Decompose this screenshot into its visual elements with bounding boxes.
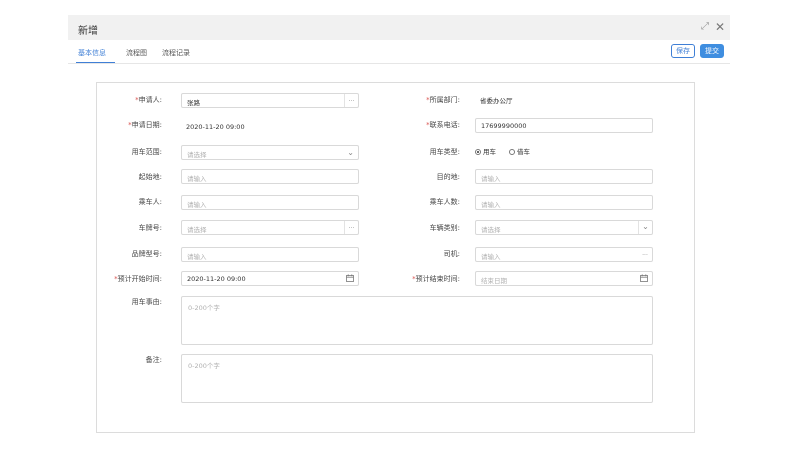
radio-borrow-car[interactable]: 借车 [509,148,530,157]
save-button[interactable]: 保存 [671,44,695,58]
planned-start-input[interactable]: 2020-11-20 09:00 [181,271,359,286]
remark-textarea[interactable]: 0-200个字 [181,354,653,403]
tab-divider [68,63,730,64]
reason-placeholder: 0-200个字 [188,304,220,312]
planned-end-input[interactable]: 结束日期 [475,271,653,286]
plate-no-field[interactable]: 请选择 ... [181,220,359,235]
destination-placeholder: 请输入 [481,175,501,183]
passenger-count-label: 乘车人数: [429,198,460,206]
driver-label: 司机: [443,250,460,258]
submit-button[interactable]: 提交 [700,44,724,58]
remark-label: 备注: [145,356,162,364]
passenger-input[interactable]: 请输入 [181,195,359,210]
planned-start-label: *预计开始时间: [114,275,162,283]
close-icon[interactable]: ✕ [715,21,725,33]
driver-picker-button[interactable]: ... [638,248,652,261]
destination-input[interactable]: 请输入 [475,169,653,184]
phone-field[interactable]: 17699990000 [475,118,653,133]
calendar-icon[interactable] [640,274,648,282]
tab-basic-info[interactable]: 基本信息 [78,48,106,58]
origin-placeholder: 请输入 [187,175,207,183]
car-type-label: 用车类型: [429,148,460,156]
maximize-icon[interactable]: ⤢ [701,21,709,33]
radio-checked-icon [475,149,481,155]
reason-textarea[interactable]: 0-200个字 [181,296,653,345]
dialog-title: 新增 [78,26,98,37]
apply-date-value: 2020-11-20 09:00 [186,123,245,131]
department-label: *所属部门: [426,96,460,104]
origin-input[interactable]: 请输入 [181,169,359,184]
reason-label: 用车事由: [131,298,162,306]
phone-label: *联系电话: [426,121,460,129]
plate-no-placeholder: 请选择 [187,226,207,234]
tab-flowchart[interactable]: 流程图 [126,48,147,58]
dialog-titlebar: 新增 ⤢ ✕ [68,15,730,40]
passenger-count-input[interactable]: 请输入 [475,195,653,210]
applicant-field[interactable]: 张路 ... [181,93,359,108]
radio-unchecked-icon [509,149,515,155]
vehicle-category-label: 车辆类别: [429,224,460,232]
destination-label: 目的地: [436,173,460,181]
vehicle-category-placeholder: 请选择 [481,226,501,234]
origin-label: 起始地: [138,173,162,181]
brand-model-label: 品牌型号: [131,250,162,258]
driver-field[interactable]: 请输入 ... [475,247,653,262]
brand-model-input[interactable]: 请输入 [181,247,359,262]
car-scope-label: 用车范围: [131,148,162,156]
car-scope-placeholder: 请选择 [187,151,207,159]
remark-placeholder: 0-200个字 [188,362,220,370]
planned-start-value: 2020-11-20 09:00 [187,275,246,283]
applicant-value: 张路 [187,99,200,107]
driver-placeholder: 请输入 [481,253,501,261]
passenger-label: 乘车人: [138,198,162,206]
passenger-count-placeholder: 请输入 [481,201,501,209]
vehicle-category-select[interactable]: 请选择 ⌄ [475,220,653,235]
phone-value: 17699990000 [481,122,527,130]
car-scope-select[interactable]: 请选择 ⌄ [181,145,359,160]
applicant-label: *申请人: [135,96,162,104]
planned-end-placeholder: 结束日期 [481,277,507,285]
apply-date-label: *申请日期: [128,121,162,129]
brand-model-placeholder: 请输入 [187,253,207,261]
passenger-placeholder: 请输入 [187,201,207,209]
tab-flow-records[interactable]: 流程记录 [162,48,190,58]
chevron-down-icon: ⌄ [638,221,652,234]
planned-end-label: *预计结束时间: [412,275,460,283]
department-value: 省委办公厅 [480,97,513,105]
plate-no-label: 车牌号: [138,224,162,232]
radio-use-car[interactable]: 用车 [475,148,496,157]
